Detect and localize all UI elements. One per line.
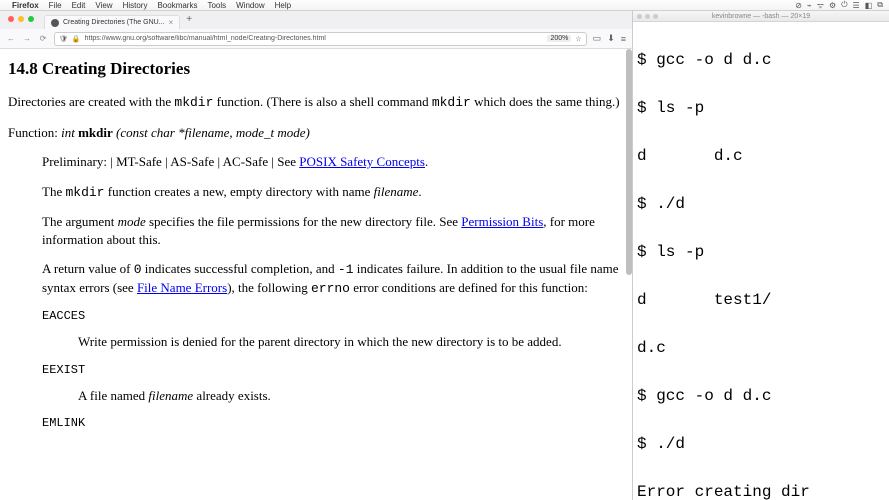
status-icon[interactable]: ⌁ xyxy=(807,1,812,10)
status-icon[interactable]: ⧉ xyxy=(877,0,883,10)
window-controls xyxy=(2,16,40,22)
zoom-window-icon[interactable] xyxy=(28,16,34,22)
bookmark-star-icon[interactable]: ☆ xyxy=(575,35,581,43)
posix-safety-link[interactable]: POSIX Safety Concepts xyxy=(299,154,425,169)
terminal-line: Error creating dir xyxy=(637,480,885,500)
minimize-window-icon[interactable] xyxy=(18,16,24,22)
desc-paragraph-2: The argument mode specifies the file per… xyxy=(42,213,624,248)
url-text: https://www.gnu.org/software/libc/manual… xyxy=(85,35,544,42)
reload-button[interactable]: ⟳ xyxy=(38,34,48,43)
errno-eacces: EACCES xyxy=(42,309,624,323)
status-icon[interactable]: ⏻ xyxy=(841,0,847,10)
tab-strip: Creating Directories (The GNU... × + xyxy=(0,11,632,29)
app-menu[interactable]: Firefox xyxy=(12,1,39,10)
status-icon[interactable]: ☰ xyxy=(853,1,860,10)
function-signature: Function: int mkdir (const char *filenam… xyxy=(8,124,624,142)
lock-icon[interactable]: 🔒 xyxy=(72,35,81,43)
terminal-line: d.c xyxy=(637,336,885,360)
preliminary-line: Preliminary: | MT-Safe | AS-Safe | AC-Sa… xyxy=(42,153,624,171)
forward-button[interactable]: → xyxy=(22,34,32,43)
zoom-indicator[interactable]: 200% xyxy=(547,35,571,42)
zoom-window-icon[interactable] xyxy=(653,14,658,19)
terminal-line: $ ls -p xyxy=(637,96,885,120)
status-icon[interactable]: ᯤ xyxy=(817,0,824,11)
terminal-line: $ gcc -o d d.c xyxy=(637,384,885,408)
desc-paragraph-3: A return value of 0 indicates successful… xyxy=(42,260,624,297)
terminal-line: $ gcc -o d d.c xyxy=(637,48,885,72)
desc-paragraph-1: The mkdir function creates a new, empty … xyxy=(42,183,624,202)
close-tab-icon[interactable]: × xyxy=(169,18,174,27)
terminal-line: d d.c xyxy=(637,144,885,168)
tab-title: Creating Directories (The GNU... xyxy=(63,19,165,26)
errno-emlink: EMLINK xyxy=(42,416,624,430)
terminal-titlebar[interactable]: kevinbrowne — -bash — 20×19 xyxy=(633,11,889,22)
browser-tab[interactable]: Creating Directories (The GNU... × xyxy=(44,15,180,29)
eexist-desc: A file named filename already exists. xyxy=(78,387,624,405)
downloads-icon[interactable]: ⬇ xyxy=(607,33,615,44)
terminal-window-controls xyxy=(637,14,658,19)
status-icon[interactable]: ⊘ xyxy=(795,1,802,10)
reader-view-icon[interactable]: ▭ xyxy=(593,33,602,44)
menu-view[interactable]: View xyxy=(95,1,112,10)
back-button[interactable]: ← xyxy=(6,34,16,43)
eacces-desc: Write permission is denied for the paren… xyxy=(78,333,624,351)
terminal-line: d test1/ xyxy=(637,288,885,312)
menu-help[interactable]: Help xyxy=(275,1,291,10)
permission-bits-link[interactable]: Permission Bits xyxy=(461,214,543,229)
terminal-title: kevinbrowne — -bash — 20×19 xyxy=(712,13,810,20)
minimize-window-icon[interactable] xyxy=(645,14,650,19)
browser-toolbar: ← → ⟳ 🛡 🔒 https://www.gnu.org/software/l… xyxy=(0,29,632,49)
errno-eexist: EEXIST xyxy=(42,363,624,377)
macos-menubar: Firefox File Edit View History Bookmarks… xyxy=(0,0,889,11)
menu-edit[interactable]: Edit xyxy=(72,1,86,10)
page-content[interactable]: 14.8 Creating Directories Directories ar… xyxy=(0,49,632,500)
menu-tools[interactable]: Tools xyxy=(207,1,226,10)
scrollbar-thumb[interactable] xyxy=(626,49,632,275)
status-icon[interactable]: ⚙ xyxy=(829,1,836,10)
close-window-icon[interactable] xyxy=(8,16,14,22)
terminal-line: $ ./d xyxy=(637,432,885,456)
file-name-errors-link[interactable]: File Name Errors xyxy=(137,280,227,295)
terminal-body[interactable]: $ gcc -o d d.c $ ls -p d d.c $ ./d $ ls … xyxy=(633,22,889,500)
page-heading: 14.8 Creating Directories xyxy=(8,59,624,79)
intro-paragraph: Directories are created with the mkdir f… xyxy=(8,93,624,112)
terminal-line: $ ./d xyxy=(637,192,885,216)
new-tab-button[interactable]: + xyxy=(186,14,192,25)
menu-history[interactable]: History xyxy=(123,1,148,10)
close-window-icon[interactable] xyxy=(637,14,642,19)
terminal-window: kevinbrowne — -bash — 20×19 $ gcc -o d d… xyxy=(633,11,889,500)
terminal-line: $ ls -p xyxy=(637,240,885,264)
app-menu-icon[interactable]: ≡ xyxy=(621,34,626,44)
favicon-icon xyxy=(51,19,59,27)
menu-bookmarks[interactable]: Bookmarks xyxy=(157,1,197,10)
url-bar[interactable]: 🛡 🔒 https://www.gnu.org/software/libc/ma… xyxy=(54,32,587,46)
tracking-shield-icon[interactable]: 🛡 xyxy=(59,35,68,43)
firefox-window: Creating Directories (The GNU... × + ← →… xyxy=(0,11,633,500)
menu-file[interactable]: File xyxy=(49,1,62,10)
menu-window[interactable]: Window xyxy=(236,1,264,10)
status-icon[interactable]: ◧ xyxy=(865,1,873,10)
